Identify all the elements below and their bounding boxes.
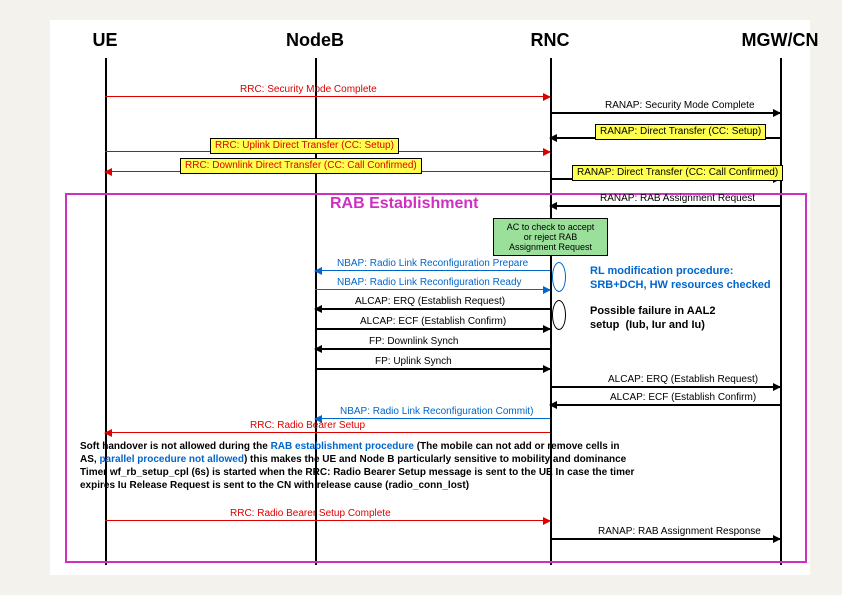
aal2-fail-oval-icon — [552, 300, 566, 330]
msg-alcap-erq-2 — [550, 386, 780, 388]
msg-label-ranap-dt-setup: RANAP: Direct Transfer (CC: Setup) — [595, 124, 766, 140]
msg-label-fp-downlink-synch: FP: Downlink Synch — [369, 336, 458, 348]
msg-fp-downlink-synch — [315, 348, 550, 350]
msg-label-rrc-radio-bearer-complete: RRC: Radio Bearer Setup Complete — [230, 508, 391, 520]
msg-label-rrc-radio-bearer-setup: RRC: Radio Bearer Setup — [250, 420, 365, 432]
msg-alcap-ecf-1 — [315, 328, 550, 330]
msg-alcap-ecf-2 — [550, 404, 780, 406]
actor-rnc: RNC — [531, 30, 570, 51]
msg-fp-uplink-synch — [315, 368, 550, 370]
msg-label-alcap-ecf-1: ALCAP: ECF (Establish Confirm) — [360, 316, 506, 328]
note-aal2-failure: Possible failure in AAL2 setup (Iub, Iur… — [590, 304, 716, 332]
msg-label-alcap-erq-1: ALCAP: ERQ (Establish Request) — [355, 296, 505, 308]
msg-label-ranap-rab-assign-resp: RANAP: RAB Assignment Response — [598, 526, 761, 538]
msg-label-rrc-security-mode-complete: RRC: Security Mode Complete — [240, 84, 377, 96]
soft-handover-paragraph: Soft handover is not allowed during the … — [80, 440, 780, 492]
msg-label-ranap-rab-assign-req: RANAP: RAB Assignment Request — [600, 193, 755, 205]
msg-ranap-rab-assign-resp — [550, 538, 780, 540]
msg-label-alcap-ecf-2: ALCAP: ECF (Establish Confirm) — [610, 392, 756, 404]
msg-label-nbap-rl-ready: NBAP: Radio Link Reconfiguration Ready — [337, 277, 522, 289]
ac-check-box: AC to check to acceptor reject RABAssign… — [493, 218, 608, 256]
ac-check-text: AC to check to acceptor reject RABAssign… — [507, 222, 595, 252]
rl-mod-oval-icon — [552, 262, 566, 292]
msg-nbap-rl-commit — [315, 418, 550, 419]
msg-label-rrc-uplink-dt-setup: RRC: Uplink Direct Transfer (CC: Setup) — [210, 138, 399, 154]
msg-rrc-security-mode-complete — [105, 96, 550, 97]
msg-ranap-rab-assign-req — [550, 205, 780, 207]
msg-rrc-radio-bearer-setup — [105, 432, 550, 433]
msg-label-nbap-rl-prepare: NBAP: Radio Link Reconfiguration Prepare — [337, 258, 528, 270]
note-rl-modification: RL modification procedure: SRB+DCH, HW r… — [590, 264, 771, 292]
actor-nodeb: NodeB — [286, 30, 344, 51]
msg-label-nbap-rl-commit: NBAP: Radio Link Reconfiguration Commit) — [340, 406, 533, 418]
msg-alcap-erq-1 — [315, 308, 550, 310]
msg-label-ranap-dt-confirm: RANAP: Direct Transfer (CC: Call Confirm… — [572, 165, 783, 181]
msg-rrc-radio-bearer-complete — [105, 520, 550, 521]
actor-ue: UE — [92, 30, 117, 51]
msg-nbap-rl-ready — [315, 289, 550, 290]
msg-ranap-security-mode-complete — [550, 112, 780, 114]
msg-label-fp-uplink-synch: FP: Uplink Synch — [375, 356, 452, 368]
msg-label-alcap-erq-2: ALCAP: ERQ (Establish Request) — [608, 374, 758, 386]
msg-label-ranap-security-mode-complete: RANAP: Security Mode Complete — [605, 100, 755, 112]
msg-label-rrc-downlink-dt-confirm: RRC: Downlink Direct Transfer (CC: Call … — [180, 158, 422, 174]
msg-nbap-rl-prepare — [315, 270, 550, 271]
actor-mgwcn: MGW/CN — [742, 30, 819, 51]
rab-establishment-title: RAB Establishment — [330, 195, 478, 213]
